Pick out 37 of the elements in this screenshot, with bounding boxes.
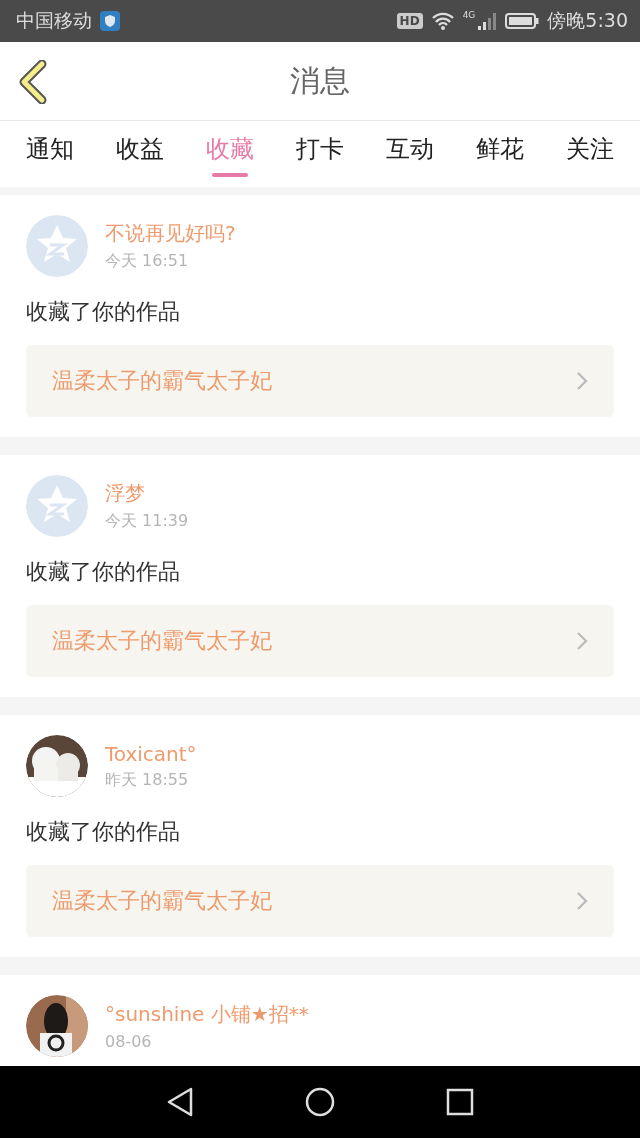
user-name[interactable]: 不说再见好吗?	[105, 220, 236, 247]
network-type: 4G	[462, 10, 476, 20]
user-name[interactable]: °sunshine 小铺★招**	[105, 1001, 309, 1028]
work-link[interactable]: 温柔太子的霸气太子妃	[26, 605, 614, 677]
message-time: 08-06	[105, 1032, 153, 1051]
message-text: 收藏了你的作品	[26, 558, 181, 586]
work-link[interactable]: 温柔太子的霸气太子妃	[26, 865, 614, 937]
tab[interactable]: 收藏	[206, 121, 254, 187]
page-title: 消息	[290, 61, 350, 100]
message-time: 今天 11:39	[105, 511, 189, 532]
carrier-name: 中国移动	[16, 8, 92, 33]
back-triangle-icon[interactable]	[165, 1087, 194, 1117]
message-time: 昨天 18:55	[105, 769, 190, 791]
signal-icon	[477, 11, 498, 31]
user-name[interactable]: Toxicant°	[105, 741, 197, 766]
chevron-right-icon	[576, 631, 588, 651]
tab[interactable]: 收益	[116, 121, 164, 187]
message-time: 今天 16:51	[105, 251, 190, 272]
tab[interactable]: 通知	[26, 121, 74, 187]
tab[interactable]: 打卡	[296, 121, 344, 187]
recents-square-icon[interactable]	[446, 1088, 475, 1116]
work-link[interactable]: 温柔太子的霸气太子妃	[26, 345, 614, 417]
home-circle-icon[interactable]	[305, 1087, 335, 1117]
shield-icon	[100, 11, 120, 31]
tab[interactable]: 互动	[386, 121, 434, 187]
back-icon[interactable]	[18, 60, 48, 104]
chevron-right-icon	[576, 891, 588, 911]
message-text: 收藏了你的作品	[26, 818, 181, 846]
wifi-icon	[430, 11, 455, 31]
clock-time: 傍晚5:30	[547, 8, 628, 33]
hd-badge: HD	[396, 13, 423, 29]
message-text: 收藏了你的作品	[26, 298, 181, 326]
user-name[interactable]: 浮梦	[105, 480, 189, 507]
tab[interactable]: 关注	[566, 121, 614, 187]
battery-icon	[505, 12, 540, 30]
chevron-right-icon	[576, 371, 588, 391]
tab[interactable]: 鲜花	[476, 121, 524, 187]
